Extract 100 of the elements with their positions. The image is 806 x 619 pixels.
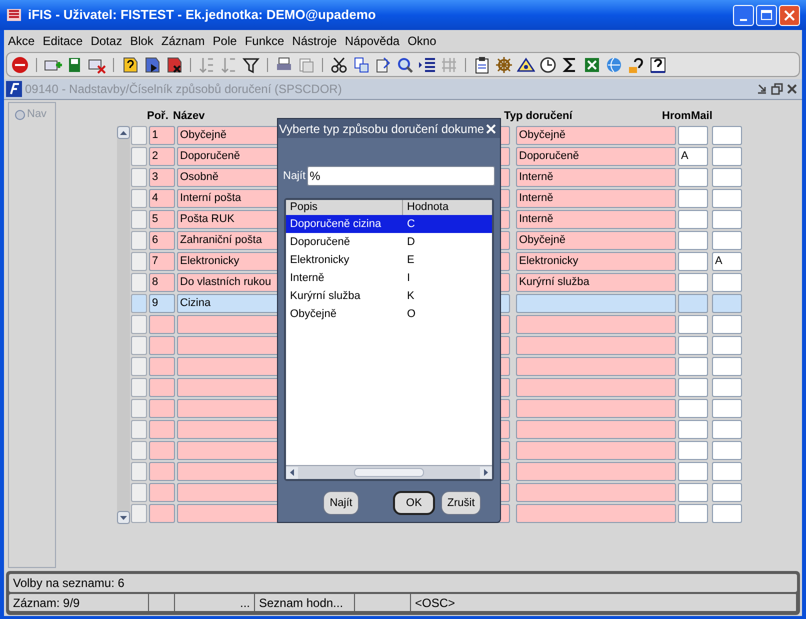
exit-icon[interactable] [11, 56, 29, 74]
row-selector[interactable] [131, 441, 147, 460]
row-selector[interactable] [131, 147, 147, 166]
table-cell[interactable]: A [712, 252, 742, 271]
spreadsheet-icon[interactable] [583, 56, 601, 74]
globe-icon[interactable] [605, 56, 623, 74]
maximize-button[interactable] [756, 4, 777, 26]
scroll-down-button[interactable] [117, 511, 130, 524]
menu-item[interactable]: Pole [212, 32, 237, 50]
filter-icon[interactable] [242, 56, 260, 74]
list-row[interactable]: Interně I [286, 269, 492, 287]
table-cell[interactable] [712, 336, 742, 355]
table-cell[interactable]: Interně [516, 189, 676, 208]
table-cell[interactable] [678, 441, 708, 460]
table-cell[interactable] [678, 336, 708, 355]
table-cell[interactable] [678, 504, 708, 523]
table-cell[interactable]: 1 [149, 126, 175, 145]
row-selector[interactable] [131, 399, 147, 418]
row-selector[interactable] [131, 336, 147, 355]
menu-item[interactable]: Blok [130, 32, 154, 50]
table-cell[interactable] [678, 315, 708, 334]
list-row[interactable]: Elektronicky E [286, 251, 492, 269]
scissors-icon[interactable] [330, 56, 348, 74]
table-cell[interactable] [149, 336, 175, 355]
table-cell[interactable] [149, 462, 175, 481]
horizontal-scrollbar[interactable] [286, 465, 492, 479]
table-cell[interactable] [149, 357, 175, 376]
scrollbar[interactable] [117, 126, 130, 524]
table-cell[interactable]: 9 [149, 294, 175, 313]
table-cell[interactable] [712, 294, 742, 313]
table-cell[interactable]: 6 [149, 231, 175, 250]
table-cell[interactable] [712, 231, 742, 250]
table-cell[interactable] [516, 378, 676, 397]
table-cell[interactable]: Kurýrní služba [516, 273, 676, 292]
clock-icon[interactable] [539, 56, 557, 74]
table-cell[interactable] [516, 336, 676, 355]
menu-item[interactable]: Záznam [161, 32, 205, 50]
menu-item[interactable]: Nápověda [344, 32, 400, 50]
table-cell[interactable]: 5 [149, 210, 175, 229]
magnifier-icon[interactable] [396, 56, 414, 74]
sort-ascending-icon[interactable] [198, 56, 216, 74]
table-cell[interactable]: Interně [516, 210, 676, 229]
table-cell[interactable] [149, 483, 175, 502]
list-icon[interactable] [418, 56, 436, 74]
menu-item[interactable]: Funkce [244, 32, 284, 50]
table-cell[interactable] [712, 399, 742, 418]
table-cell[interactable]: Interně [516, 168, 676, 187]
table-cell[interactable]: 8 [149, 273, 175, 292]
dialog-button[interactable]: Najít [323, 491, 359, 515]
menu-item[interactable]: Okno [408, 32, 436, 50]
copy-icon[interactable] [352, 56, 370, 74]
row-selector[interactable] [131, 378, 147, 397]
table-cell[interactable] [712, 210, 742, 229]
triangle-eye-icon[interactable] [517, 56, 535, 74]
table-cell[interactable] [712, 168, 742, 187]
table-cell[interactable] [678, 210, 708, 229]
table-cell[interactable]: Obyčejně [516, 126, 676, 145]
table-cell[interactable] [516, 462, 676, 481]
row-selector[interactable] [131, 210, 147, 229]
table-cell[interactable]: 7 [149, 252, 175, 271]
row-selector[interactable] [131, 315, 147, 334]
table-cell[interactable] [149, 420, 175, 439]
row-selector[interactable] [131, 189, 147, 208]
menu-item[interactable]: Nástroje [292, 32, 337, 50]
scroll-left-button[interactable] [286, 466, 298, 478]
table-cell[interactable] [712, 504, 742, 523]
dialog-button[interactable]: Zrušit [441, 491, 481, 515]
table-cell[interactable] [149, 504, 175, 523]
menu-item[interactable]: Dotaz [90, 32, 122, 50]
table-cell[interactable]: Elektronicky [516, 252, 676, 271]
table-cell[interactable]: 2 [149, 147, 175, 166]
context-help-icon[interactable] [649, 56, 667, 74]
table-cell[interactable] [678, 126, 708, 145]
nav-radio[interactable] [15, 110, 25, 120]
table-cell[interactable] [149, 399, 175, 418]
list-row[interactable]: Obyčejně O [286, 305, 492, 323]
table-cell[interactable] [712, 315, 742, 334]
table-cell[interactable] [712, 441, 742, 460]
close-button[interactable] [779, 4, 800, 26]
scroll-right-button[interactable] [480, 466, 492, 478]
menu-item[interactable]: Akce [8, 32, 35, 50]
scroll-thumb[interactable] [354, 468, 424, 477]
table-cell[interactable] [149, 315, 175, 334]
table-cell[interactable]: A [678, 147, 708, 166]
run-query-icon[interactable] [143, 56, 161, 74]
table-cell[interactable] [712, 378, 742, 397]
column-header[interactable]: Popis [286, 200, 403, 215]
table-cell[interactable] [712, 462, 742, 481]
row-selector[interactable] [131, 420, 147, 439]
table-cell[interactable] [516, 504, 676, 523]
table-cell[interactable] [712, 483, 742, 502]
table-cell[interactable] [678, 378, 708, 397]
table-cell[interactable] [678, 462, 708, 481]
row-selector[interactable] [131, 273, 147, 292]
find-field[interactable]: % [306, 166, 495, 186]
minimize-icon[interactable] [756, 83, 768, 95]
table-cell[interactable] [678, 420, 708, 439]
ship-wheel-icon[interactable] [495, 56, 513, 74]
row-selector[interactable] [131, 168, 147, 187]
list-row[interactable]: Doporučeně cizina C [286, 215, 492, 233]
